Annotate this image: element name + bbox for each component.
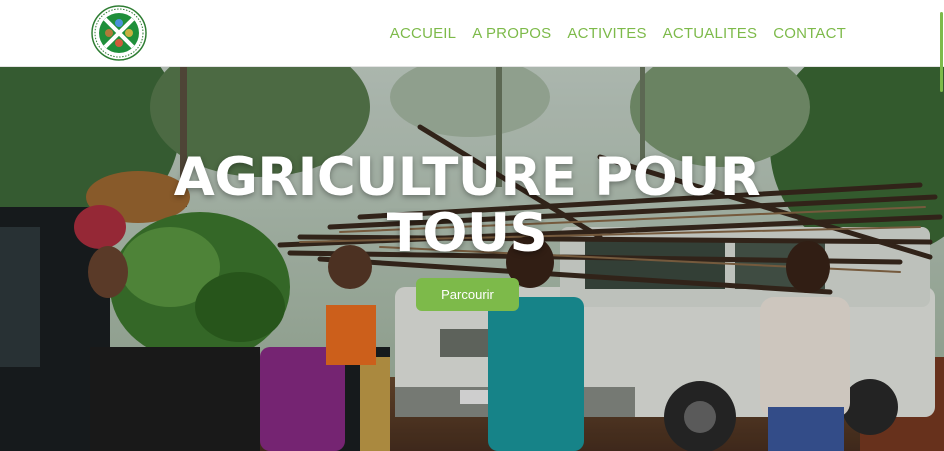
hero-title-line-1: AGRICULTURE POUR [173, 147, 761, 208]
hero-title-line-2: TOUS [386, 203, 548, 264]
hero-section: AGRICULTURE POUR TOUS Parcourir [0, 67, 944, 451]
logo-emblem-icon [91, 5, 147, 61]
nav-link-a-propos[interactable]: A PROPOS [472, 25, 551, 42]
nav-link-activites[interactable]: ACTIVITES [567, 25, 646, 42]
nav-link-contact[interactable]: CONTACT [773, 25, 846, 42]
nav-link-accueil[interactable]: ACCUEIL [390, 25, 456, 42]
nav-link-actualites[interactable]: ACTUALITES [663, 25, 758, 42]
site-header: ACCUEIL A PROPOS ACTIVITES ACTUALITES CO… [0, 0, 944, 67]
organization-logo[interactable] [91, 5, 147, 61]
main-nav: ACCUEIL A PROPOS ACTIVITES ACTUALITES CO… [390, 0, 846, 67]
hero-title: AGRICULTURE POUR TOUS [0, 150, 934, 262]
page-scrollbar[interactable] [940, 12, 943, 92]
browse-button[interactable]: Parcourir [416, 278, 519, 311]
